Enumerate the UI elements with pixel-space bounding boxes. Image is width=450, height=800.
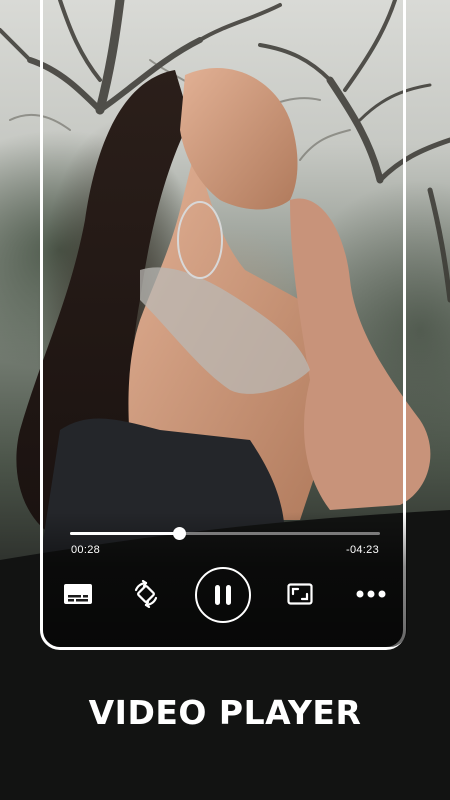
elapsed-time: 00:28	[71, 544, 101, 556]
promo-title: VIDEO PLAYER	[88, 693, 362, 732]
remaining-time: -04:23	[346, 544, 379, 556]
more-horizontal-icon	[356, 590, 386, 598]
promo-screen: 00:28 -04:23 VIDEO PLAYER	[0, 0, 450, 800]
more-options-button[interactable]	[354, 584, 388, 604]
rotate-screen-button[interactable]	[130, 578, 162, 610]
aspect-ratio-button[interactable]	[285, 580, 315, 608]
subtitles-button[interactable]	[62, 580, 94, 608]
seek-bar[interactable]	[70, 527, 380, 540]
seek-bar-progress	[70, 532, 179, 535]
seek-bar-thumb[interactable]	[172, 527, 186, 540]
subtitles-icon	[64, 584, 92, 604]
pause-icon	[215, 585, 231, 605]
screen-rotate-icon	[134, 580, 158, 608]
aspect-ratio-icon	[287, 583, 313, 605]
pause-button[interactable]	[195, 567, 251, 623]
